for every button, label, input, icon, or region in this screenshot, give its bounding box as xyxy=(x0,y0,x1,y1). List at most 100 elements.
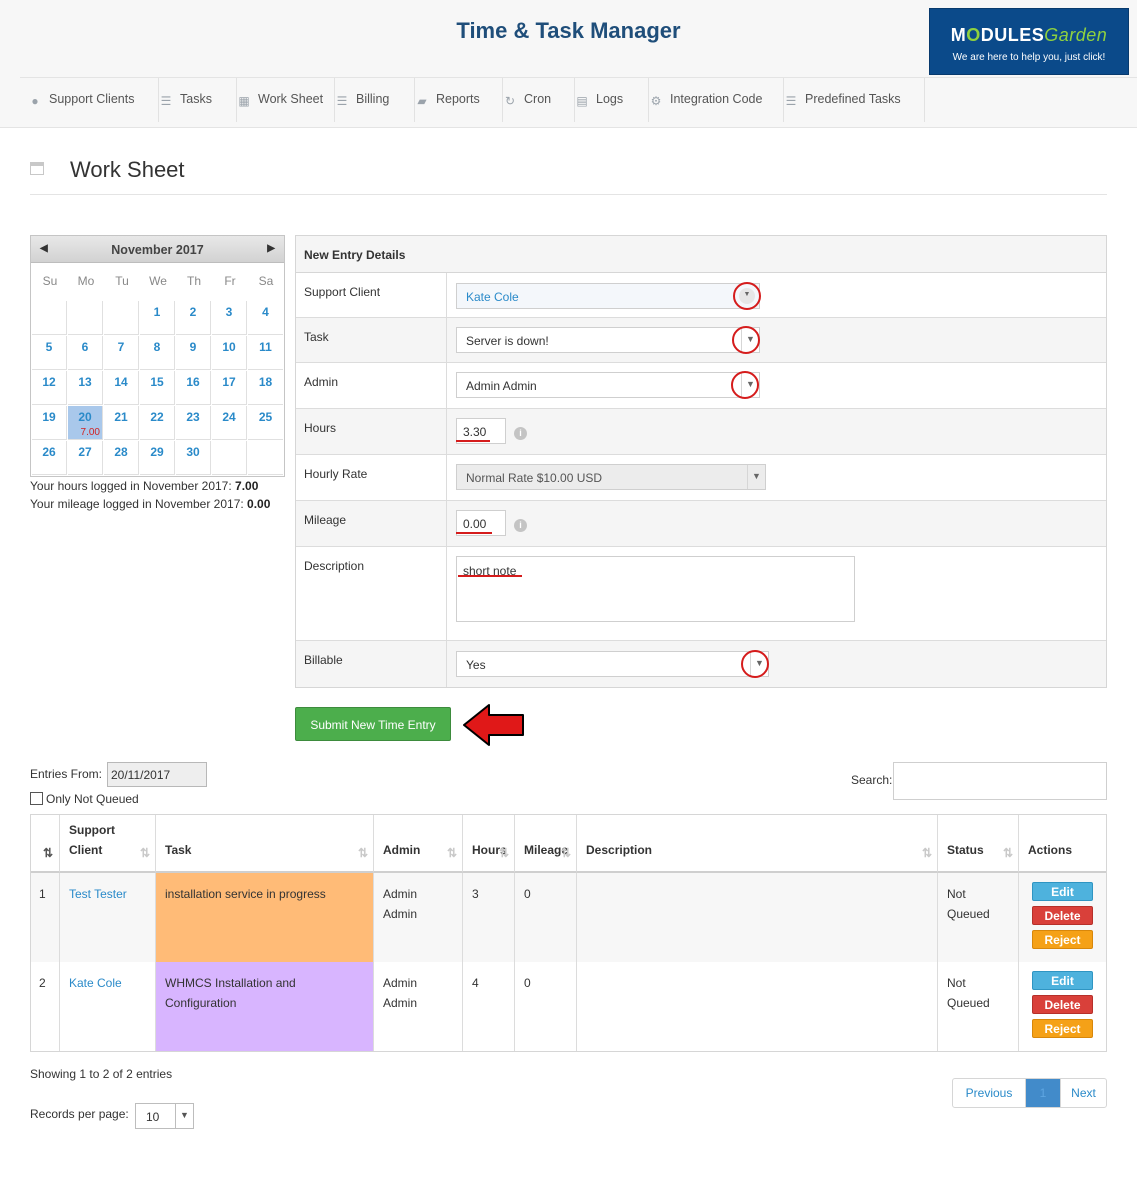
calendar-day[interactable]: 14 xyxy=(104,371,139,405)
weekday-label: Su xyxy=(42,274,58,288)
reject-button[interactable]: Reject xyxy=(1032,930,1093,949)
annotation-underline xyxy=(456,532,492,534)
mileage-logged-note: Your mileage logged in November 2017: 0.… xyxy=(30,497,271,511)
nav-item-support-clients[interactable]: ● Support Clients xyxy=(28,78,159,122)
column-header-number[interactable]: ⇅ xyxy=(31,815,60,873)
column-header-admin[interactable]: Admin ⇅ xyxy=(374,815,463,873)
list-icon: ☰ xyxy=(160,94,172,108)
delete-button[interactable]: Delete xyxy=(1032,906,1093,925)
column-header-task[interactable]: Task ⇅ xyxy=(156,815,374,873)
nav-item-billing[interactable]: ☰ Billing xyxy=(335,78,415,122)
calendar-month-label: November 2017 xyxy=(111,243,204,257)
nav-item-integration-code[interactable]: ⚙ Integration Code xyxy=(649,78,784,122)
calendar-day[interactable]: 5 xyxy=(32,336,67,370)
edit-button[interactable]: Edit xyxy=(1032,882,1093,901)
calendar-day[interactable]: 24 xyxy=(212,406,247,440)
form-heading: New Entry Details xyxy=(296,236,1106,273)
support-client-select[interactable]: Kate Cole ▼ xyxy=(456,283,760,309)
annotation-circle xyxy=(741,650,769,678)
search-input[interactable] xyxy=(893,762,1107,800)
table-row-mileage: 0 xyxy=(515,962,577,1051)
calendar-day[interactable]: 21 xyxy=(104,406,139,440)
calendar-day[interactable]: 13 xyxy=(68,371,103,405)
edit-button[interactable]: Edit xyxy=(1032,971,1093,990)
task-select[interactable]: Server is down! ▼ xyxy=(456,327,760,353)
calendar-day[interactable]: 7 xyxy=(104,336,139,370)
calendar-day[interactable]: 8 xyxy=(140,336,175,370)
next-page-button[interactable]: Next xyxy=(1060,1079,1106,1107)
nav-item-cron[interactable]: ↻ Cron xyxy=(503,78,575,122)
page-1-button[interactable]: 1 xyxy=(1026,1079,1060,1107)
chevron-down-icon: ▼ xyxy=(747,465,765,489)
calendar-day[interactable]: 28 xyxy=(104,441,139,475)
annotation-arrow-icon xyxy=(463,704,524,746)
table-row-task: installation service in progress xyxy=(156,873,374,962)
column-header-support-client[interactable]: Support Client ⇅ xyxy=(60,815,156,873)
calendar-day[interactable]: 22 xyxy=(140,406,175,440)
calendar-day[interactable]: 16 xyxy=(176,371,211,405)
calendar-day[interactable]: 6 xyxy=(68,336,103,370)
submit-new-time-entry-button[interactable]: Submit New Time Entry xyxy=(295,707,451,741)
calendar-day[interactable]: 19 xyxy=(32,406,67,440)
only-not-queued-label: Only Not Queued xyxy=(46,792,139,806)
billable-select[interactable]: Yes ▼ xyxy=(456,651,769,677)
hourly-rate-select[interactable]: Normal Rate $10.00 USD ▼ xyxy=(456,464,766,490)
gears-icon: ⚙ xyxy=(650,94,662,108)
column-header-hours[interactable]: Hours ⇅ xyxy=(463,815,515,873)
column-header-status[interactable]: Status ⇅ xyxy=(938,815,1019,873)
calendar-day[interactable]: 18 xyxy=(248,371,283,405)
admin-select[interactable]: Admin Admin ▼ xyxy=(456,372,760,398)
calendar-day[interactable]: 2 xyxy=(176,301,211,335)
calendar-day[interactable]: 26 xyxy=(32,441,67,475)
column-header-description[interactable]: Description ⇅ xyxy=(577,815,938,873)
delete-button[interactable]: Delete xyxy=(1032,995,1093,1014)
entries-from-date-input[interactable]: 20/11/2017 xyxy=(107,762,207,787)
nav-item-tasks[interactable]: ☰ Tasks xyxy=(159,78,237,122)
calendar-day[interactable]: 9 xyxy=(176,336,211,370)
calendar-day[interactable]: 17 xyxy=(212,371,247,405)
table-row-client-link[interactable]: Kate Cole xyxy=(60,962,156,1051)
weekday-label: Tu xyxy=(115,274,129,288)
calendar-day[interactable]: 29 xyxy=(140,441,175,475)
table-row-status: Not Queued xyxy=(938,873,1019,962)
admin-row: Admin Admin Admin ▼ xyxy=(296,363,1106,409)
calendar-day[interactable]: 30 xyxy=(176,441,211,475)
weekday-label: We xyxy=(149,274,167,288)
time-entries-table: ⇅ Support Client ⇅ Task ⇅ Admin ⇅ Hours ⇅ Mi… xyxy=(30,814,1107,1052)
reject-button[interactable]: Reject xyxy=(1032,1019,1093,1038)
nav-item-predefined-tasks[interactable]: ☰ Predefined Tasks xyxy=(784,78,925,122)
calendar-day[interactable]: 25 xyxy=(248,406,283,440)
calendar-day[interactable]: 15 xyxy=(140,371,175,405)
info-icon[interactable]: i xyxy=(514,427,527,440)
nav-item-reports[interactable]: ▰ Reports xyxy=(415,78,503,122)
calendar-day[interactable]: 3 xyxy=(212,301,247,335)
nav-item-work-sheet[interactable]: ▦ Work Sheet xyxy=(237,78,335,122)
sort-icon: ⇅ xyxy=(498,846,509,860)
next-month-arrow-icon[interactable]: ▶ xyxy=(267,243,275,254)
calendar-day[interactable]: 4 xyxy=(248,301,283,335)
calendar-day[interactable]: 12 xyxy=(32,371,67,405)
table-row-status: Not Queued xyxy=(938,962,1019,1051)
calendar-day[interactable]: 10 xyxy=(212,336,247,370)
modulesgarden-logo[interactable]: MODULESGarden We are here to help you, j… xyxy=(929,8,1129,75)
table-row-client-link[interactable]: Test Tester xyxy=(60,873,156,962)
calendar-empty-cell xyxy=(212,441,247,475)
app-header: Time & Task Manager MODULESGarden We are… xyxy=(0,0,1137,128)
records-per-page-select[interactable]: 10 ▼ xyxy=(135,1103,194,1129)
description-textarea[interactable]: short note xyxy=(456,556,855,622)
prev-month-arrow-icon[interactable]: ◀ xyxy=(40,243,48,254)
calendar-day[interactable]: 20 7.00 xyxy=(68,406,103,440)
only-not-queued-checkbox[interactable] xyxy=(30,792,43,805)
calendar-day[interactable]: 1 xyxy=(140,301,175,335)
calendar-day[interactable]: 27 xyxy=(68,441,103,475)
calendar-day[interactable]: 11 xyxy=(248,336,283,370)
table-row-description xyxy=(577,873,938,962)
column-header-mileage[interactable]: Mileage ⇅ xyxy=(515,815,577,873)
day-hours-label: 7.00 xyxy=(80,427,100,438)
info-icon[interactable]: i xyxy=(514,519,527,532)
nav-item-logs[interactable]: ▤ Logs xyxy=(575,78,649,122)
hourly-rate-row: Hourly Rate Normal Rate $10.00 USD ▼ xyxy=(296,455,1106,501)
previous-page-button[interactable]: Previous xyxy=(953,1079,1026,1107)
page-title: Work Sheet xyxy=(70,157,185,182)
calendar-day[interactable]: 23 xyxy=(176,406,211,440)
